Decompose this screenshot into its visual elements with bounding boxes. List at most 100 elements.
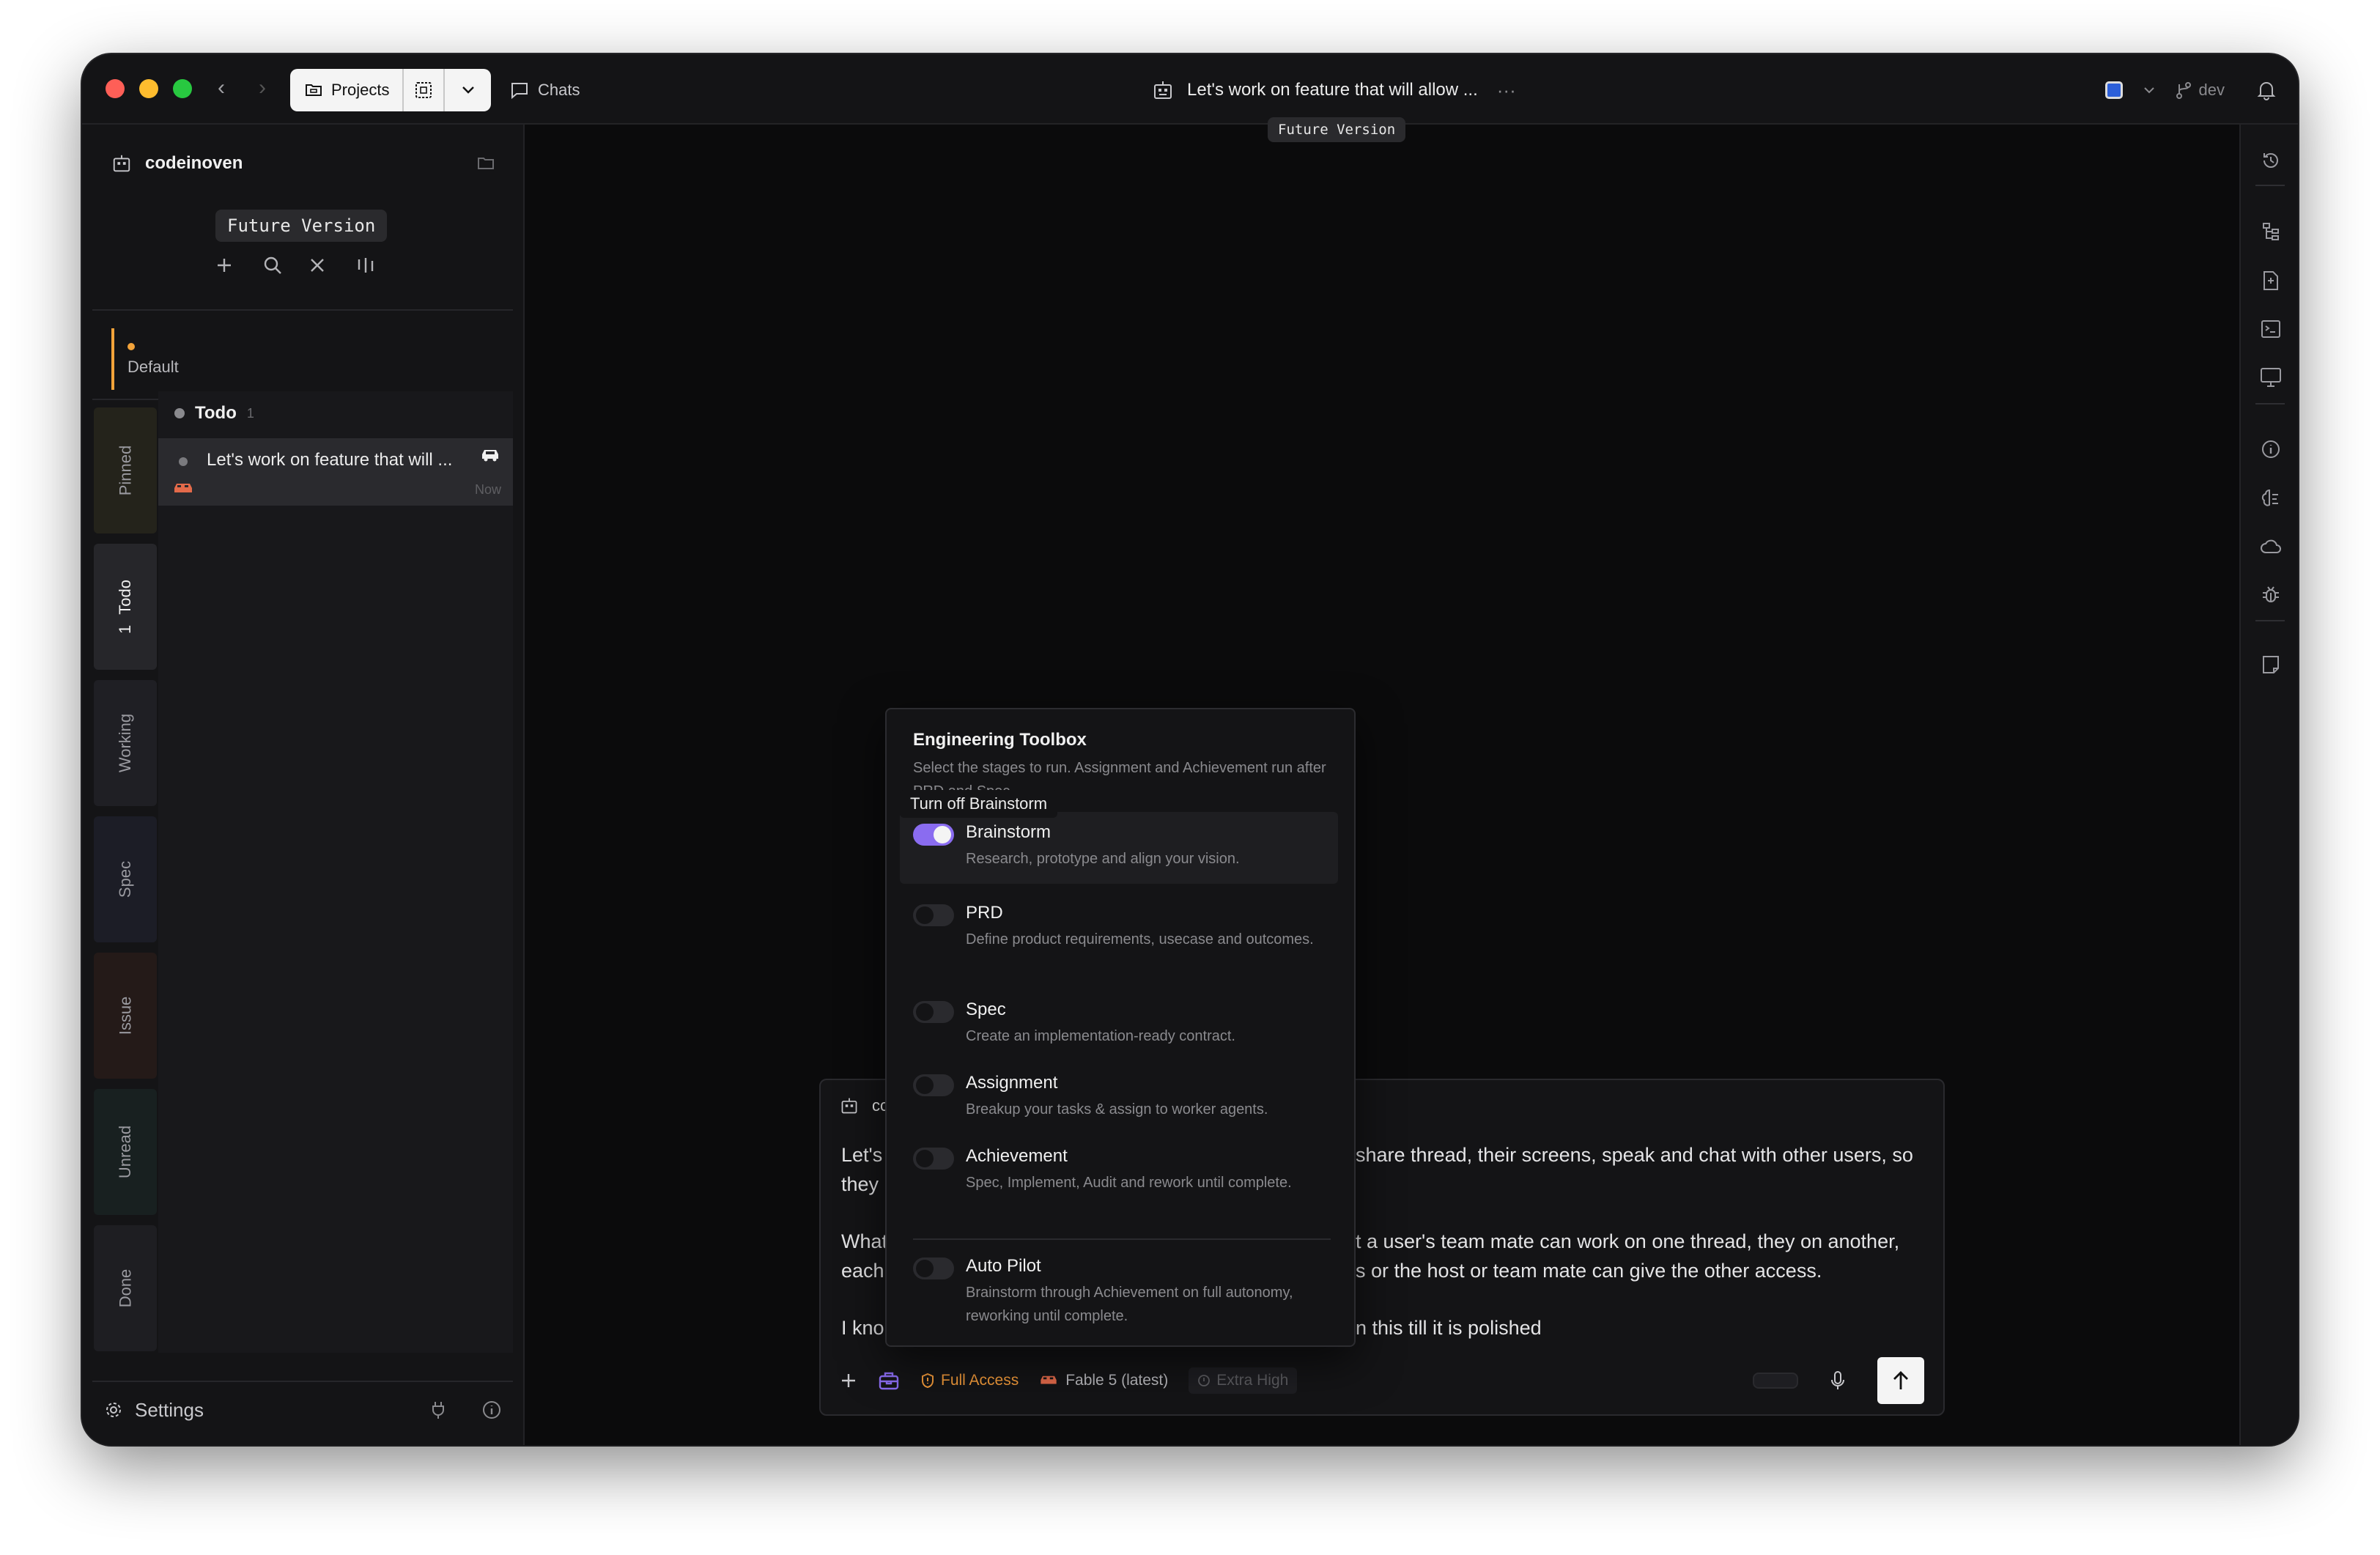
stage-prd[interactable]: PRD Define product requirements, usecase… bbox=[900, 897, 1338, 978]
group-label: Todo bbox=[195, 403, 237, 423]
tab-spec[interactable]: Spec bbox=[94, 816, 157, 942]
layout-toggle-button[interactable] bbox=[404, 69, 446, 111]
tab-label: Spec bbox=[116, 860, 134, 898]
attach-plus-button[interactable] bbox=[840, 1372, 857, 1389]
projects-button[interactable]: Projects bbox=[290, 69, 404, 111]
info-icon[interactable] bbox=[2260, 438, 2282, 460]
brainstorm-toggle[interactable] bbox=[913, 824, 954, 846]
default-board-label: Default bbox=[128, 358, 179, 376]
status-dot bbox=[179, 457, 188, 466]
zoom-window-button[interactable] bbox=[173, 79, 192, 98]
stage-name: Achievement bbox=[966, 1146, 1068, 1166]
plus-icon[interactable] bbox=[215, 256, 240, 274]
agent-robot-icon bbox=[1152, 79, 1174, 101]
stage-spec[interactable]: Spec Create an implementation-ready cont… bbox=[900, 994, 1338, 1052]
timestamp: Now bbox=[474, 482, 501, 497]
document-icon[interactable] bbox=[2260, 270, 2282, 292]
info-icon[interactable] bbox=[482, 1400, 501, 1419]
thread-title-area: Let's work on feature that will allow ..… bbox=[1152, 69, 1516, 111]
tab-label: Working bbox=[115, 713, 134, 773]
gear-icon[interactable] bbox=[104, 1400, 123, 1419]
folder-icon[interactable] bbox=[478, 157, 494, 170]
list-item[interactable]: Let's work on feature that will ... Now bbox=[158, 438, 513, 506]
tab-issue[interactable]: Issue bbox=[94, 953, 157, 1079]
search-icon[interactable] bbox=[262, 255, 287, 276]
monitor-icon[interactable] bbox=[2260, 366, 2282, 388]
bug-icon[interactable] bbox=[2260, 583, 2282, 605]
auto-pilot-toggle[interactable] bbox=[913, 1257, 954, 1279]
stage-auto-pilot[interactable]: Auto Pilot Brainstorm through Achievemen… bbox=[900, 1250, 1338, 1331]
prd-toggle[interactable] bbox=[913, 904, 954, 926]
close-icon[interactable] bbox=[309, 257, 334, 273]
chats-button[interactable]: Chats bbox=[510, 69, 580, 111]
default-board-tab[interactable]: Default bbox=[111, 328, 478, 390]
brain-icon[interactable] bbox=[2260, 487, 2282, 509]
tab-label: Todo bbox=[116, 580, 134, 615]
notes-icon[interactable] bbox=[2260, 654, 2282, 676]
stage-description: Create an implementation-ready contract. bbox=[966, 1028, 1235, 1044]
access-level-button[interactable]: Full Access bbox=[920, 1372, 1019, 1389]
projects-dropdown-button[interactable] bbox=[445, 86, 491, 95]
stage-name: Brainstorm bbox=[966, 822, 1052, 842]
forward-button[interactable]: › bbox=[248, 73, 277, 103]
plug-icon[interactable] bbox=[431, 1400, 446, 1419]
agent-robot-icon bbox=[840, 1096, 859, 1115]
spec-toggle[interactable] bbox=[913, 1001, 954, 1023]
popover-title: Engineering Toolbox bbox=[913, 730, 1087, 750]
chats-label: Chats bbox=[538, 81, 580, 99]
composer-toolbar: Full Access Fable 5 (latest) Extra High bbox=[840, 1357, 1924, 1404]
cloud-icon[interactable] bbox=[2260, 535, 2282, 557]
microphone-icon[interactable] bbox=[1830, 1370, 1845, 1391]
tab-unread[interactable]: Unread bbox=[94, 1089, 157, 1215]
send-button[interactable] bbox=[1877, 1357, 1924, 1404]
stage-achievement[interactable]: Achievement Spec, Implement, Audit and r… bbox=[900, 1140, 1338, 1221]
thread-item-title: Let's work on feature that will ... bbox=[207, 450, 453, 470]
agent-robot-icon bbox=[111, 153, 132, 174]
stage-brainstorm[interactable]: Brainstorm Research, prototype and align… bbox=[900, 812, 1338, 884]
file-tree-icon[interactable] bbox=[2260, 220, 2282, 242]
group-count: 1 bbox=[246, 405, 254, 421]
stage-description: Spec, Implement, Audit and rework until … bbox=[966, 1175, 1292, 1191]
stage-name: Auto Pilot bbox=[966, 1256, 1041, 1276]
tab-done[interactable]: Done bbox=[94, 1225, 157, 1351]
back-button[interactable]: ‹ bbox=[207, 73, 236, 103]
assignment-toggle[interactable] bbox=[913, 1074, 954, 1096]
achievement-toggle[interactable] bbox=[913, 1148, 954, 1170]
thread-list: Todo 1 Let's work on feature that will .… bbox=[158, 391, 513, 1353]
editor-app-icon[interactable] bbox=[2104, 81, 2123, 99]
minimize-window-button[interactable] bbox=[139, 79, 158, 98]
composer-line: Let's bbox=[841, 1144, 883, 1166]
access-label: Full Access bbox=[941, 1372, 1019, 1389]
more-options-button[interactable]: ··· bbox=[1497, 79, 1516, 102]
composer-line: share thread, their screens, speak and c… bbox=[1356, 1144, 1913, 1166]
stage-description: Breakup your tasks & assign to worker ag… bbox=[966, 1101, 1268, 1118]
effort-label: Extra High bbox=[1216, 1372, 1289, 1389]
toolbox-button[interactable] bbox=[878, 1370, 900, 1391]
close-window-button[interactable] bbox=[106, 79, 125, 98]
tab-todo[interactable]: 1 Todo bbox=[94, 544, 157, 670]
chevron-down-icon[interactable] bbox=[2143, 86, 2155, 94]
history-icon[interactable] bbox=[2260, 149, 2282, 171]
tab-pinned[interactable]: Pinned bbox=[94, 407, 157, 533]
tab-label: Pinned bbox=[115, 445, 134, 496]
divider bbox=[913, 1238, 1331, 1240]
composer-line: s or the host or team mate can give the … bbox=[1356, 1260, 1822, 1282]
sidebar-toolbar bbox=[215, 255, 381, 276]
app-window: ‹ › Projects Chats Let's work on feature… bbox=[82, 54, 2298, 1445]
workspace-header[interactable]: codeinoven bbox=[111, 147, 494, 180]
model-selector[interactable]: Fable 5 (latest) bbox=[1039, 1372, 1168, 1389]
titlebar-right-controls: dev bbox=[2104, 69, 2276, 111]
bell-icon[interactable] bbox=[2257, 80, 2276, 100]
branch-selector[interactable]: dev bbox=[2176, 81, 2225, 100]
tab-label: Issue bbox=[116, 996, 134, 1035]
terminal-icon[interactable] bbox=[2260, 318, 2282, 340]
thread-title: Let's work on feature that will allow ..… bbox=[1187, 80, 1478, 100]
tab-working[interactable]: Working bbox=[94, 680, 157, 806]
projects-label: Projects bbox=[331, 81, 390, 99]
car-icon bbox=[1041, 1375, 1057, 1384]
columns-icon[interactable] bbox=[356, 256, 381, 274]
engineering-toolbox-popover: Engineering Toolbox Select the stages to… bbox=[885, 708, 1356, 1347]
settings-button[interactable]: Settings bbox=[135, 1399, 204, 1422]
stage-assignment[interactable]: Assignment Breakup your tasks & assign t… bbox=[900, 1067, 1338, 1126]
effort-selector[interactable]: Extra High bbox=[1189, 1367, 1298, 1394]
